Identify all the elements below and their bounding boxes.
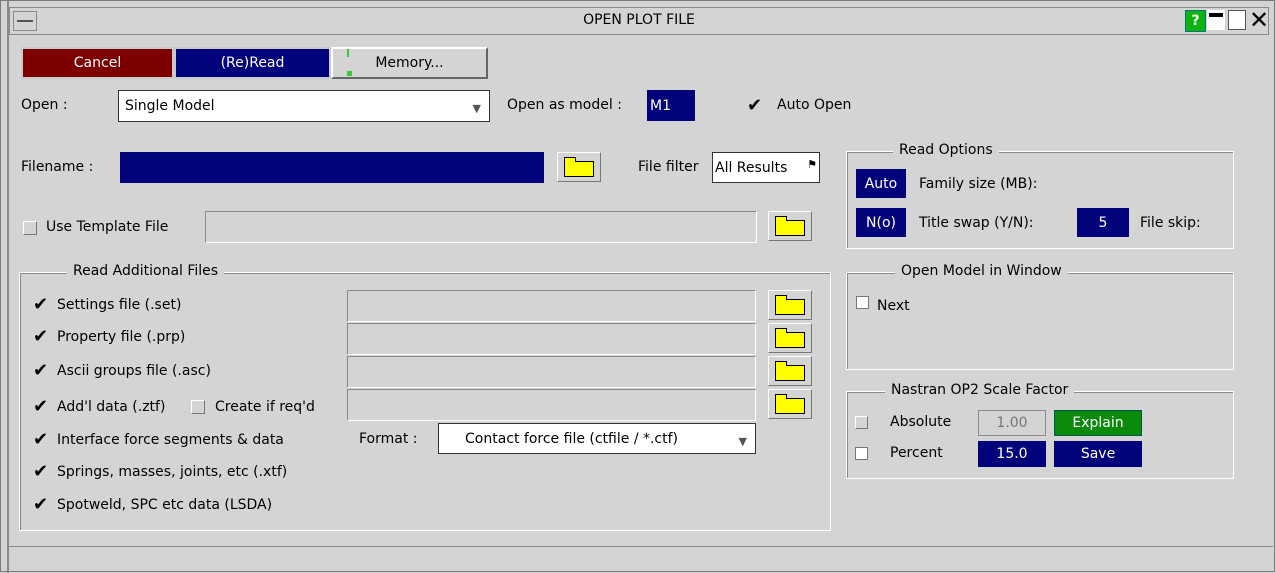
- folder-icon: [775, 361, 805, 381]
- addl-data-label: Add'l data (.ztf): [57, 399, 166, 415]
- family-size-label: Family size (MB):: [919, 176, 1038, 192]
- settings-file-field[interactable]: [347, 290, 756, 322]
- create-if-reqd-checkbox[interactable]: [191, 400, 205, 414]
- minimize-button[interactable]: [1207, 10, 1225, 30]
- filter-flag-icon: ⚑: [807, 158, 817, 171]
- read-options-title: Read Options: [893, 142, 999, 158]
- open-mode-select[interactable]: Single Model ▼: [118, 90, 490, 122]
- springs-masses-label: Springs, masses, joints, etc (.xtf): [57, 464, 288, 480]
- auto-open-checkbox[interactable]: ✔: [747, 97, 763, 115]
- memory-indicator-bar: [347, 49, 349, 57]
- filename-browse-button[interactable]: [557, 152, 601, 182]
- property-file-label: Property file (.prp): [57, 329, 186, 345]
- folder-icon: [775, 295, 805, 315]
- open-mode-value: Single Model: [125, 98, 215, 114]
- interface-force-checkbox[interactable]: ✔: [33, 431, 49, 449]
- percent-value-field[interactable]: 15.0: [978, 441, 1046, 467]
- close-icon[interactable]: ✕: [1249, 8, 1269, 32]
- addl-data-field[interactable]: [347, 389, 756, 421]
- next-label: Next: [877, 298, 910, 314]
- format-label: Format :: [359, 431, 418, 447]
- filename-label: Filename :: [21, 159, 94, 175]
- title-bar: OPEN PLOT FILE ? ✕: [9, 7, 1269, 35]
- spotweld-spc-label: Spotweld, SPC etc data (LSDA): [57, 497, 273, 513]
- title-swap-value[interactable]: N(o): [856, 208, 906, 237]
- chevron-down-icon: ▼: [738, 434, 747, 448]
- file-filter-label: File filter: [638, 159, 699, 175]
- file-skip-label: File skip:: [1140, 215, 1201, 231]
- file-filter-value: All Results: [715, 159, 788, 176]
- property-file-checkbox[interactable]: ✔: [33, 328, 49, 346]
- folder-icon: [775, 216, 805, 236]
- absolute-value-field[interactable]: 1.00: [978, 410, 1046, 436]
- springs-masses-checkbox[interactable]: ✔: [33, 463, 49, 481]
- percent-radio[interactable]: [855, 447, 868, 460]
- addl-data-checkbox[interactable]: ✔: [33, 398, 49, 416]
- settings-file-checkbox[interactable]: ✔: [33, 296, 49, 314]
- reread-button[interactable]: (Re)Read: [174, 47, 331, 79]
- file-filter-select[interactable]: All Results ⚑: [712, 152, 820, 183]
- nastran-scale-title: Nastran OP2 Scale Factor: [885, 382, 1075, 398]
- absolute-label: Absolute: [890, 414, 952, 430]
- open-as-model-label: Open as model :: [507, 97, 622, 113]
- ascii-groups-field[interactable]: [347, 356, 756, 388]
- addl-data-browse-button[interactable]: [768, 389, 812, 419]
- memory-indicator-dot: [347, 71, 352, 76]
- window-left-edge: [7, 1, 9, 573]
- folder-icon: [775, 394, 805, 414]
- absolute-radio[interactable]: [855, 416, 868, 429]
- format-value: Contact force file (ctfile / *.ctf): [465, 430, 679, 447]
- ascii-groups-label: Ascii groups file (.asc): [57, 363, 211, 379]
- auto-open-label: Auto Open: [777, 97, 852, 113]
- model-id-field[interactable]: M1: [647, 90, 695, 121]
- property-file-browse-button[interactable]: [768, 323, 812, 353]
- explain-button[interactable]: Explain: [1054, 410, 1142, 436]
- filename-field[interactable]: [120, 152, 544, 183]
- family-size-value[interactable]: Auto: [856, 169, 906, 198]
- read-additional-files-title: Read Additional Files: [67, 263, 225, 279]
- open-label: Open :: [21, 97, 68, 113]
- memory-button-label: Memory...: [375, 55, 444, 71]
- folder-icon: [564, 157, 594, 177]
- next-checkbox[interactable]: [856, 296, 869, 309]
- open-model-window-title: Open Model in Window: [895, 263, 1068, 279]
- ascii-groups-checkbox[interactable]: ✔: [33, 362, 49, 380]
- use-template-label: Use Template File: [46, 219, 169, 235]
- chevron-down-icon: ▼: [472, 102, 481, 116]
- save-button[interactable]: Save: [1054, 441, 1142, 467]
- percent-label: Percent: [890, 445, 943, 461]
- open-model-window-group: [846, 272, 1234, 370]
- use-template-checkbox[interactable]: [23, 221, 37, 235]
- memory-button[interactable]: Memory...: [331, 47, 488, 79]
- settings-file-label: Settings file (.set): [57, 297, 182, 313]
- maximize-button[interactable]: [1228, 10, 1246, 30]
- template-file-field[interactable]: [205, 211, 757, 243]
- create-if-reqd-label: Create if req'd: [215, 399, 315, 415]
- open-plot-file-window: OPEN PLOT FILE ? ✕ Cancel (Re)Read Memor…: [0, 0, 1275, 573]
- format-select[interactable]: Contact force file (ctfile / *.ctf) ▼: [438, 423, 756, 454]
- help-button[interactable]: ?: [1185, 10, 1206, 32]
- file-skip-value[interactable]: 5: [1077, 208, 1129, 237]
- template-browse-button[interactable]: [768, 211, 812, 241]
- cancel-button[interactable]: Cancel: [21, 47, 174, 79]
- ascii-groups-browse-button[interactable]: [768, 356, 812, 386]
- folder-icon: [775, 328, 805, 348]
- window-title: OPEN PLOT FILE: [583, 12, 695, 28]
- spotweld-spc-checkbox[interactable]: ✔: [33, 496, 49, 514]
- bottom-divider: [9, 546, 1273, 547]
- interface-force-label: Interface force segments & data: [57, 432, 284, 448]
- title-swap-label: Title swap (Y/N):: [919, 215, 1034, 231]
- settings-file-browse-button[interactable]: [768, 290, 812, 320]
- property-file-field[interactable]: [347, 323, 756, 355]
